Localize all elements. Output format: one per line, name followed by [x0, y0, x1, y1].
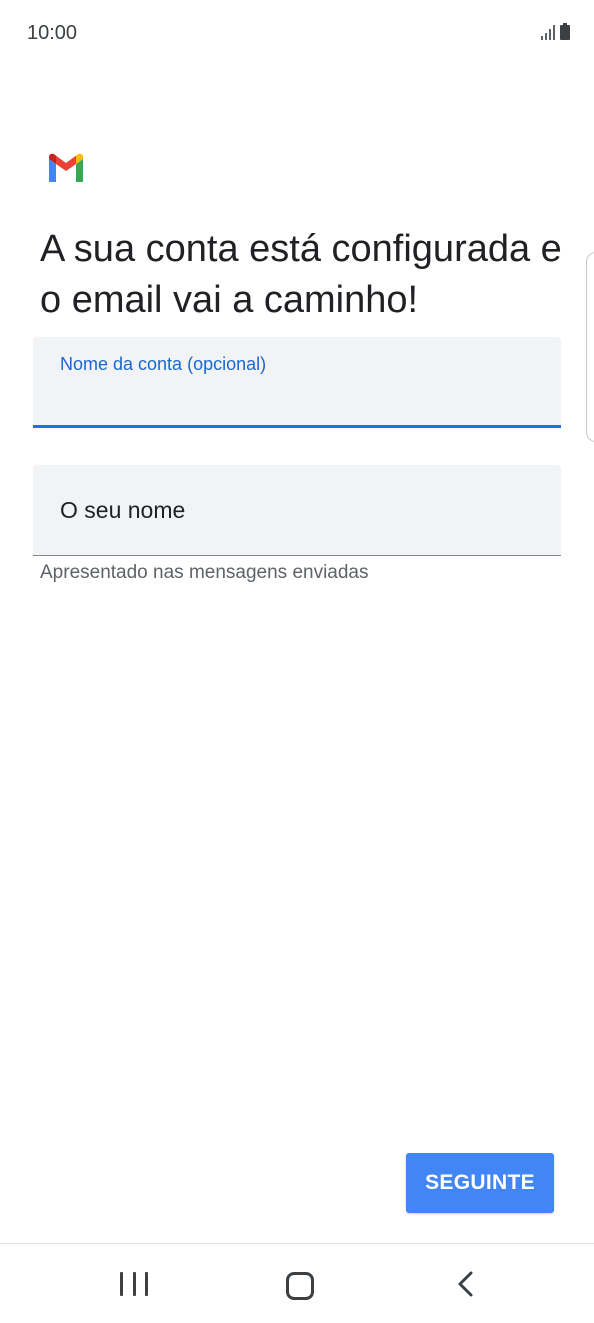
- account-name-field[interactable]: Nome da conta (opcional): [33, 337, 561, 428]
- account-name-label: Nome da conta (opcional): [60, 354, 267, 374]
- status-bar: 10:00: [0, 0, 594, 68]
- navigation-bar: [0, 1243, 594, 1323]
- your-name-field[interactable]: O seu nome: [33, 465, 561, 556]
- recents-icon[interactable]: [120, 1272, 148, 1298]
- status-time: 10:00: [27, 22, 78, 44]
- status-icons: [541, 23, 570, 40]
- back-icon[interactable]: [454, 1270, 478, 1298]
- gmail-logo: [49, 153, 83, 182]
- edge-panel-handle[interactable]: [586, 252, 594, 442]
- next-button[interactable]: SEGUINTE: [406, 1153, 554, 1213]
- your-name-helper-text: Apresentado nas mensagens enviadas: [40, 562, 369, 583]
- account-name-input[interactable]: [60, 379, 530, 405]
- signal-icon: [541, 24, 555, 40]
- home-icon[interactable]: [286, 1272, 314, 1300]
- battery-icon: [560, 23, 570, 40]
- your-name-placeholder: O seu nome: [60, 497, 186, 523]
- page-title: A sua conta está configurada e o email v…: [40, 228, 562, 321]
